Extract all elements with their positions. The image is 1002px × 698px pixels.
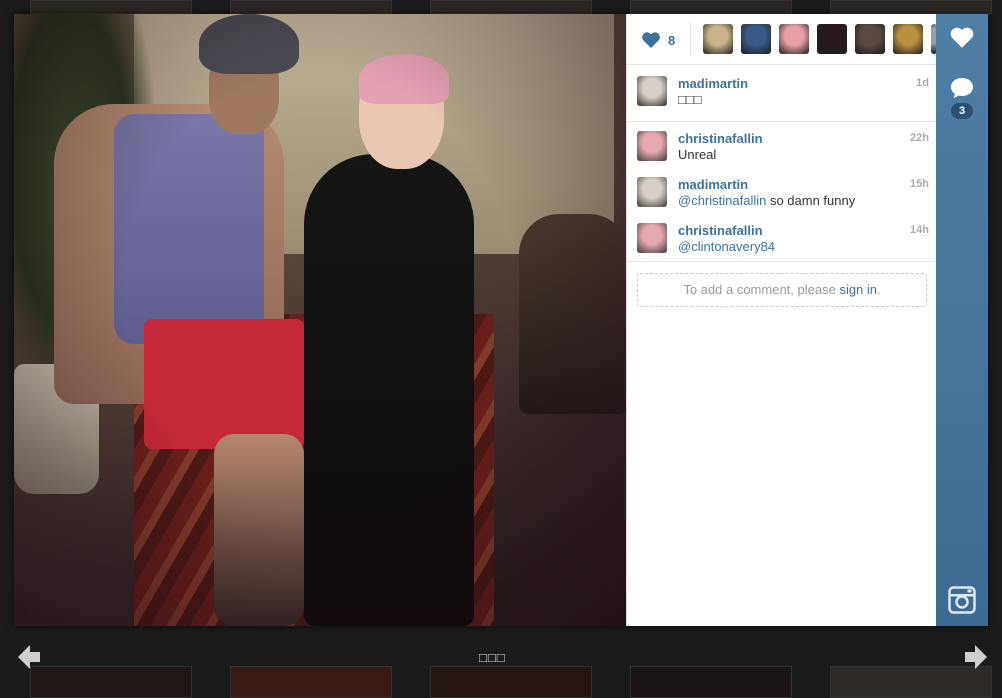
background-thumbnail[interactable] bbox=[30, 0, 192, 14]
liker-avatar[interactable] bbox=[779, 24, 809, 54]
background-thumbnail[interactable] bbox=[630, 666, 792, 698]
caption-username[interactable]: madimartin bbox=[678, 76, 748, 91]
divider bbox=[627, 261, 937, 262]
comment-username[interactable]: christinafallin bbox=[678, 131, 763, 146]
previous-button[interactable] bbox=[16, 642, 42, 672]
liker-avatar[interactable] bbox=[817, 24, 847, 54]
likes-count-label: 8 bbox=[668, 32, 676, 48]
photo-vignette bbox=[14, 14, 626, 626]
background-thumbnail[interactable] bbox=[30, 666, 192, 698]
comment-timestamp: 14h bbox=[910, 224, 929, 236]
likes-row: 8 bbox=[627, 14, 937, 65]
comment-text: @christinafallin so damn funny bbox=[678, 193, 855, 208]
comment-timestamp: 22h bbox=[910, 132, 929, 144]
liker-avatar[interactable] bbox=[741, 24, 771, 54]
arrow-left-icon bbox=[18, 645, 40, 669]
background-thumbnail[interactable] bbox=[230, 0, 392, 14]
background-thumbnail-strip-top bbox=[0, 0, 1002, 14]
comments-panel: 8 madimartin 1d □□□ christinafallin 22h … bbox=[626, 14, 937, 626]
divider bbox=[627, 121, 937, 122]
caption-timestamp: 1d bbox=[916, 77, 929, 89]
likes-count[interactable]: 8 bbox=[641, 30, 675, 50]
divider bbox=[690, 22, 691, 56]
like-button[interactable] bbox=[936, 26, 988, 49]
add-comment-prefix: To add a comment, please bbox=[683, 282, 840, 297]
comment-bubble-icon bbox=[951, 78, 973, 98]
comment-mention[interactable]: @clintonavery84 bbox=[678, 239, 775, 254]
liker-avatar[interactable] bbox=[703, 24, 733, 54]
liker-avatar[interactable] bbox=[855, 24, 885, 54]
background-thumbnail[interactable] bbox=[630, 0, 792, 14]
photo-modal: 8 madimartin 1d □□□ christinafallin 22h … bbox=[14, 14, 988, 626]
background-thumbnail[interactable] bbox=[830, 0, 992, 14]
comment-button[interactable]: 3 bbox=[936, 76, 988, 119]
background-thumbnail[interactable] bbox=[430, 0, 592, 14]
comment-timestamp: 15h bbox=[910, 178, 929, 190]
arrow-right-icon bbox=[965, 645, 987, 669]
heart-icon bbox=[950, 27, 974, 48]
add-comment-suffix: . bbox=[877, 282, 881, 297]
footer-text: □□□ bbox=[479, 650, 506, 665]
background-thumbnail[interactable] bbox=[430, 666, 592, 698]
comment-mention[interactable]: @christinafallin bbox=[678, 193, 766, 208]
comment-body: so damn funny bbox=[766, 193, 856, 208]
comment-count-badge: 3 bbox=[951, 103, 973, 119]
caption-text: □□□ bbox=[678, 92, 702, 107]
avatar[interactable] bbox=[637, 177, 667, 207]
avatar[interactable] bbox=[637, 223, 667, 253]
avatar[interactable] bbox=[637, 131, 667, 161]
post-photo[interactable] bbox=[14, 14, 626, 626]
comment-username[interactable]: madimartin bbox=[678, 177, 748, 192]
heart-icon bbox=[642, 32, 660, 48]
add-comment-prompt: To add a comment, please sign in. bbox=[637, 273, 927, 307]
instagram-camera-icon bbox=[948, 586, 976, 614]
comment-body: Unreal bbox=[678, 147, 717, 162]
action-bar: 3 bbox=[936, 14, 988, 626]
avatar[interactable] bbox=[637, 76, 667, 106]
comment-text: @clintonavery84 bbox=[678, 239, 775, 254]
instagram-button[interactable] bbox=[936, 586, 988, 614]
background-thumbnail[interactable] bbox=[230, 666, 392, 698]
next-button[interactable] bbox=[963, 642, 989, 672]
comment-text: Unreal bbox=[678, 147, 716, 162]
liker-avatar[interactable] bbox=[893, 24, 923, 54]
comment-username[interactable]: christinafallin bbox=[678, 223, 763, 238]
sign-in-link[interactable]: sign in bbox=[839, 282, 877, 297]
